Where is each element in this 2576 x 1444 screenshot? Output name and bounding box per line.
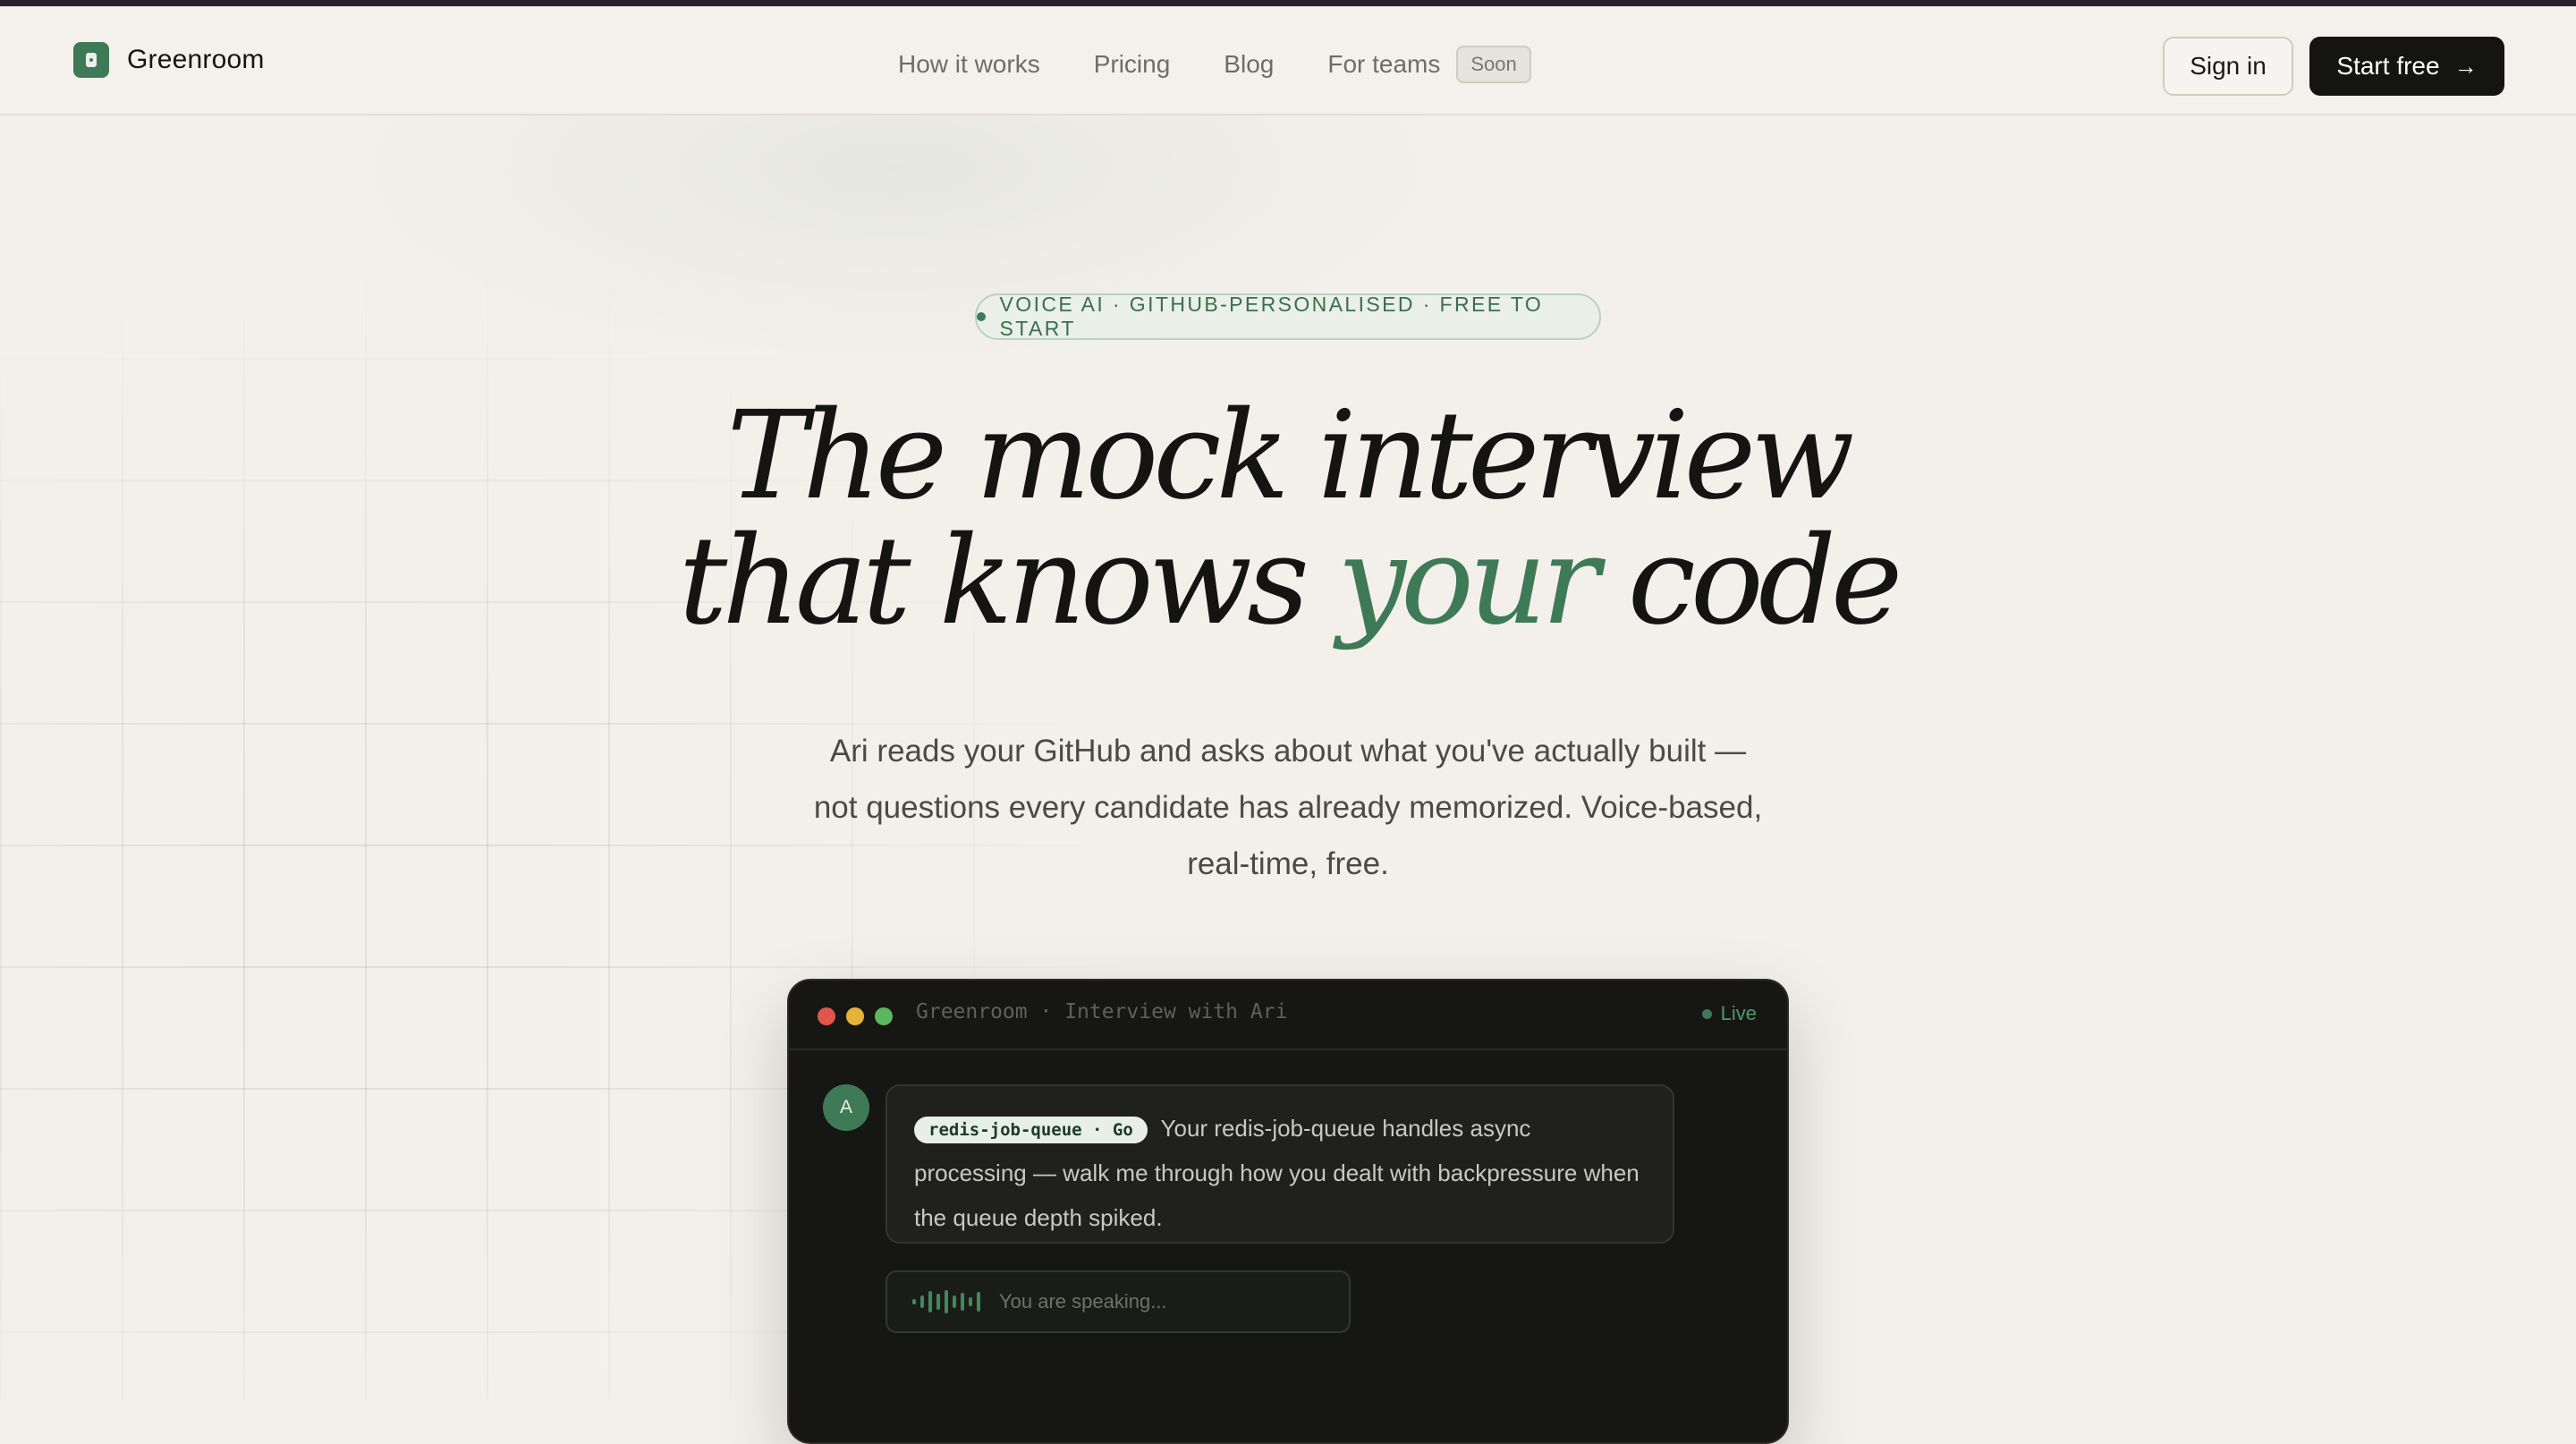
- window-title: Greenroom · Interview with Ari: [916, 1000, 1288, 1024]
- logo[interactable]: Greenroom: [73, 42, 265, 78]
- window-header: Greenroom · Interview with Ari Live: [789, 981, 1787, 1050]
- waveform-icon: [912, 1290, 985, 1313]
- hero-title-line2-b: code: [1627, 511, 1903, 652]
- top-accent-bar: [0, 0, 2576, 6]
- ari-message-bubble: redis-job-queue · Go Your redis-job-queu…: [886, 1084, 1674, 1244]
- nav-links: How it works Pricing Blog For teams Soon: [898, 46, 1531, 83]
- pill-dot-icon: [977, 312, 986, 321]
- hero-title: The mock interview that knows your code: [572, 394, 2004, 644]
- nav-link-for-teams[interactable]: For teams: [1327, 50, 1440, 79]
- navbar: Greenroom How it works Pricing Blog For …: [0, 6, 2576, 115]
- live-label: Live: [1720, 1002, 1757, 1024]
- start-free-button[interactable]: Start free →: [2309, 37, 2504, 96]
- lock-icon: [73, 42, 109, 78]
- speaking-label: You are speaking...: [999, 1290, 1167, 1312]
- soon-badge: Soon: [1456, 46, 1531, 83]
- live-dot-icon: [1701, 1008, 1712, 1019]
- brand-name: Greenroom: [127, 45, 265, 74]
- arrow-right-icon: →: [2453, 52, 2478, 80]
- live-status: Live: [1701, 1002, 1757, 1025]
- hero-title-accent: your: [1337, 511, 1599, 652]
- avatar: A: [823, 1084, 869, 1131]
- maximize-dot-icon: [875, 1007, 893, 1025]
- hero-title-line2-a: that knows: [678, 511, 1309, 652]
- hero-title-line1: The mock interview: [726, 386, 1854, 527]
- hero-subtitle: Ari reads your GitHub and asks about wha…: [813, 734, 1763, 881]
- nav-link-how-it-works[interactable]: How it works: [898, 50, 1040, 79]
- nav-link-blog[interactable]: Blog: [1224, 50, 1274, 79]
- start-free-label: Start free: [2336, 52, 2440, 80]
- interview-demo-window: Greenroom · Interview with Ari Live A re…: [787, 979, 1789, 1444]
- sign-in-button[interactable]: Sign in: [2163, 37, 2293, 96]
- hero-pill-text: VOICE AI · GITHUB-PERSONALISED · FREE TO…: [999, 293, 1544, 340]
- hero-pill: VOICE AI · GITHUB-PERSONALISED · FREE TO…: [975, 293, 1601, 340]
- nav-link-pricing[interactable]: Pricing: [1094, 50, 1171, 79]
- close-dot-icon: [818, 1007, 835, 1025]
- minimize-dot-icon: [846, 1007, 864, 1025]
- repo-tag: redis-job-queue · Go: [914, 1117, 1148, 1144]
- speaking-indicator: You are speaking...: [886, 1270, 1351, 1333]
